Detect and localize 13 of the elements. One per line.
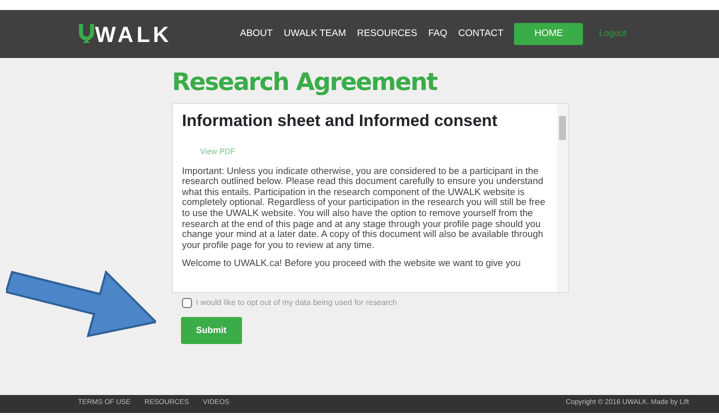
opt-out-label: I would like to opt out of my data being used for research (196, 296, 398, 309)
nav-link[interactable]: FAQ (428, 24, 448, 44)
opt-out-checkbox[interactable] (182, 298, 192, 308)
document-heading: Information sheet and Informed consent (182, 112, 498, 132)
document-paragraph: Welcome to UWALK.ca! Before you proceed with the website we want to give you (182, 258, 522, 268)
logo-text: WALK (95, 20, 172, 48)
document-paragraph: Important: Unless you indicate otherwise, you are considered to be a participant in the research outlined below. Please read this document carefully to ensure you understand what this entails. Participation in the research component of the UWALK website is completely optional. Regardless of your participation in the research you will still be free to use the UWALK website. You will also have the option to remove yourself from the research at the end of this page and at any stage through your profile page should you change your mind at a later date. A copy of this document will also be available through your profile page for you to review at any time. (182, 166, 546, 251)
nav-link[interactable]: CONTACT (458, 24, 504, 44)
scrollbar[interactable] (557, 104, 568, 292)
page-title: Research Agreement (172, 68, 438, 97)
nav-link[interactable]: UWALK TEAM (284, 24, 346, 44)
nav-link[interactable]: RESOURCES (357, 24, 418, 44)
nav-link[interactable]: ABOUT (240, 24, 273, 44)
